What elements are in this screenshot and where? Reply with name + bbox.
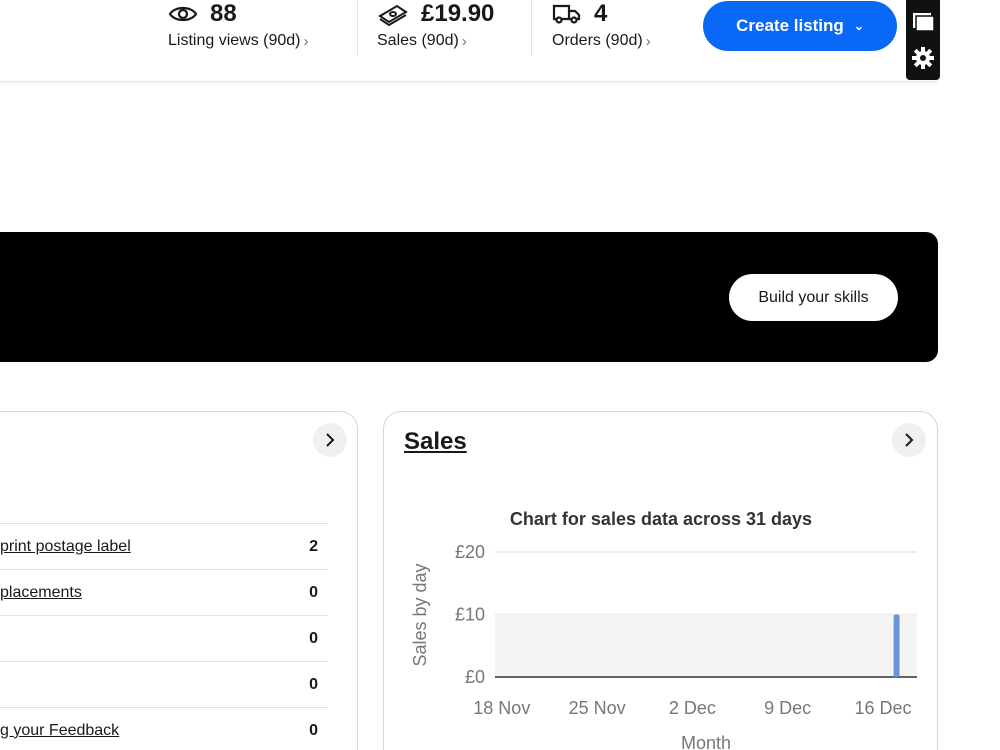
windows-icon[interactable] bbox=[911, 10, 935, 34]
task-list: print postage label 2 placements 0 0 0 g… bbox=[0, 523, 328, 750]
seller-dashboard: 88 Listing views (90d) › £19.90 Sales (9… bbox=[0, 0, 1000, 750]
task-row[interactable]: g your Feedback 0 bbox=[0, 707, 328, 750]
create-listing-button[interactable]: Create listing ⌄ bbox=[703, 1, 897, 51]
sales-stat[interactable]: £19.90 Sales (90d) › bbox=[377, 0, 494, 60]
x-tick-label: 16 Dec bbox=[854, 698, 911, 718]
x-tick-label: 9 Dec bbox=[764, 698, 811, 718]
task-row[interactable]: print postage label 2 bbox=[0, 523, 328, 569]
task-count: 2 bbox=[309, 537, 318, 555]
x-tick-label: 18 Nov bbox=[473, 698, 530, 718]
create-listing-label: Create listing bbox=[736, 16, 844, 35]
truck-icon bbox=[552, 4, 581, 24]
sales-value: £19.90 bbox=[421, 0, 495, 27]
listing-views-label: Listing views (90d) bbox=[168, 32, 301, 49]
money-icon bbox=[378, 4, 408, 26]
listing-views-stat[interactable]: 88 Listing views (90d) › bbox=[168, 0, 309, 60]
y-tick-label: £20 bbox=[455, 542, 485, 562]
y-axis-label: Sales by day bbox=[410, 563, 430, 666]
chart-title: Chart for sales data across 31 days bbox=[510, 509, 812, 529]
orders-value: 4 bbox=[594, 0, 608, 27]
sales-label: Sales (90d) bbox=[377, 32, 459, 49]
x-tick-label: 25 Nov bbox=[569, 698, 626, 718]
task-name[interactable]: print postage label bbox=[0, 538, 131, 556]
gear-icon[interactable] bbox=[911, 46, 935, 70]
build-skills-button[interactable]: Build your skills bbox=[729, 274, 898, 321]
chevron-right-icon bbox=[326, 433, 335, 447]
task-name[interactable]: g your Feedback bbox=[0, 722, 119, 740]
chevron-right-icon: › bbox=[461, 32, 467, 50]
side-toolbar bbox=[906, 0, 940, 80]
sales-card-title[interactable]: Sales bbox=[404, 428, 467, 456]
task-count: 0 bbox=[309, 721, 318, 739]
chart-band bbox=[495, 614, 917, 677]
task-row[interactable]: 0 bbox=[0, 661, 328, 707]
sales-bar bbox=[893, 614, 900, 677]
task-row[interactable]: placements 0 bbox=[0, 569, 328, 615]
x-tick-label: 2 Dec bbox=[669, 698, 716, 718]
stats-header: 88 Listing views (90d) › £19.90 Sales (9… bbox=[0, 0, 938, 82]
task-count: 0 bbox=[309, 583, 318, 601]
chevron-right-icon bbox=[905, 433, 914, 447]
task-count: 0 bbox=[309, 629, 318, 647]
divider bbox=[357, 0, 358, 56]
orders-label: Orders (90d) bbox=[552, 32, 643, 49]
eye-icon bbox=[168, 6, 198, 22]
sales-chart: Chart for sales data across 31 days Sale… bbox=[410, 509, 917, 750]
task-name[interactable]: placements bbox=[0, 584, 82, 602]
y-tick-label: £10 bbox=[455, 605, 485, 625]
orders-stat[interactable]: 4 Orders (90d) › bbox=[552, 0, 651, 60]
chevron-right-icon: › bbox=[645, 32, 651, 50]
sales-card-open-button[interactable] bbox=[892, 423, 926, 457]
tasks-card-open-button[interactable] bbox=[313, 423, 347, 457]
chevron-right-icon: › bbox=[303, 32, 309, 50]
y-tick-label: £0 bbox=[465, 667, 485, 687]
listing-views-value: 88 bbox=[210, 0, 237, 27]
divider bbox=[531, 0, 532, 56]
x-axis-label: Month bbox=[681, 733, 731, 750]
task-count: 0 bbox=[309, 675, 318, 693]
task-row[interactable]: 0 bbox=[0, 615, 328, 661]
chevron-down-icon: ⌄ bbox=[853, 19, 864, 33]
